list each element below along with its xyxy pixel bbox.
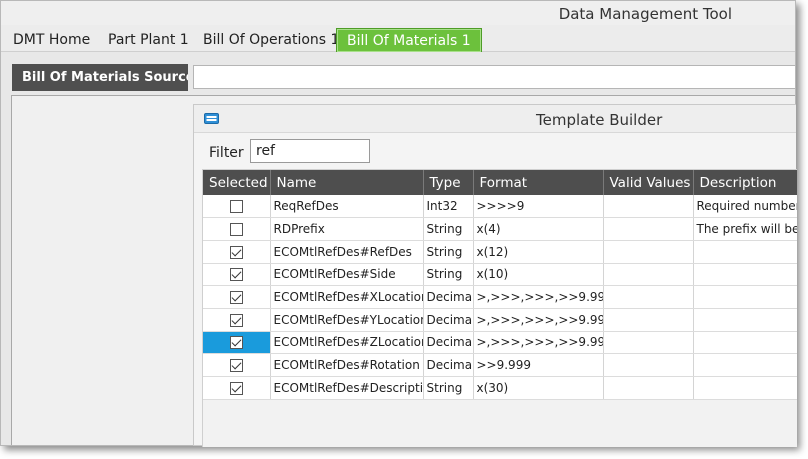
table-row[interactable]: ECOMtlRefDes#ZLocation Decimal >,>>>,>>>,>…	[203, 331, 797, 355]
tab-bill-of-materials[interactable]: Bill Of Materials 1	[336, 28, 482, 52]
fields-grid: Selected Name Type Format Valid Values Descri…	[202, 169, 797, 447]
selected-checkbox[interactable]	[229, 200, 243, 214]
format-cell[interactable]: x(30)	[473, 376, 604, 400]
template-builder-header: Template Builder	[194, 105, 796, 133]
type-cell[interactable]: Decimal	[423, 285, 474, 309]
valid-values-cell[interactable]	[603, 195, 694, 219]
name-cell[interactable]: ReqRefDes	[270, 195, 424, 219]
bom-source-field[interactable]	[193, 65, 795, 89]
description-cell[interactable]	[693, 308, 797, 332]
selected-cell[interactable]	[203, 195, 271, 219]
table-row[interactable]: ECOMtlRefDes#Rotation Decimal >>9.999	[203, 353, 797, 377]
description-cell[interactable]	[693, 353, 797, 377]
format-cell[interactable]: >>9.999	[473, 353, 604, 377]
filter-label: Filter	[209, 145, 244, 161]
valid-values-cell[interactable]	[603, 217, 694, 241]
fields-table: Selected Name Type Format Valid Values Descri…	[203, 170, 797, 400]
selected-cell[interactable]	[203, 331, 271, 355]
name-cell[interactable]: ECOMtlRefDes#YLocation	[270, 308, 424, 332]
table-row[interactable]: RDPrefixStringx(4) The prefix will be d	[203, 217, 797, 241]
format-cell[interactable]: x(12)	[473, 240, 604, 264]
table-row[interactable]: ECOMtlRefDes#XLocation Decimal >,>>>,>>>,>…	[203, 285, 797, 309]
format-cell[interactable]: >>>>9	[473, 195, 604, 219]
app-title: Data Management Tool	[558, 5, 732, 23]
selected-cell[interactable]	[203, 353, 271, 377]
table-row[interactable]: ECOMtlRefDes#RefDes String x(12)	[203, 240, 797, 264]
selected-cell[interactable]	[203, 217, 271, 241]
template-builder-panel: Template Builder Filter SelectedNameType…	[193, 104, 797, 447]
table-row[interactable]: ReqRefDes Int32 >>>>9 Required number	[203, 195, 797, 219]
table-row[interactable]: ECOMtlRefDes#Description String x(30)	[203, 376, 797, 400]
title-bar: Data Management Tool	[1, 1, 795, 25]
type-cell[interactable]: Decimal	[423, 353, 474, 377]
column-header-format[interactable]: Format	[473, 170, 604, 195]
selected-cell[interactable]	[203, 308, 271, 332]
selected-checkbox[interactable]	[229, 359, 243, 373]
tab-part-plant[interactable]: Part Plant 1	[98, 28, 199, 52]
description-cell[interactable]	[693, 331, 797, 355]
name-cell[interactable]: ECOMtlRefDes#Side	[270, 263, 424, 287]
source-row: Bill Of Materials Source...	[1, 53, 795, 95]
selected-cell[interactable]	[203, 240, 271, 264]
description-cell[interactable]	[693, 376, 797, 400]
description-cell[interactable]	[693, 240, 797, 264]
column-header-name[interactable]: Name	[270, 170, 424, 195]
selected-cell[interactable]	[203, 376, 271, 400]
selected-cell[interactable]	[203, 285, 271, 309]
name-cell[interactable]: ECOMtlRefDes#ZLocation	[270, 331, 424, 355]
type-cell[interactable]: String	[423, 376, 474, 400]
bom-source-button[interactable]: Bill Of Materials Source...	[12, 64, 188, 91]
format-cell[interactable]: >,>>>,>>>,>>9.99999	[473, 308, 604, 332]
column-header-selected[interactable]: Selected	[203, 170, 271, 195]
description-cell[interactable]: The prefix will be d	[693, 217, 797, 241]
valid-values-cell[interactable]	[603, 308, 694, 332]
selected-checkbox[interactable]	[229, 268, 243, 282]
valid-values-cell[interactable]	[603, 263, 694, 287]
format-cell[interactable]: x(10)	[473, 263, 604, 287]
selected-checkbox[interactable]	[229, 336, 243, 350]
valid-values-cell[interactable]	[603, 353, 694, 377]
type-cell[interactable]: String	[423, 217, 474, 241]
selected-checkbox[interactable]	[229, 245, 243, 259]
format-cell[interactable]: >,>>>,>>>,>>9.99999	[473, 331, 604, 355]
selected-checkbox[interactable]	[229, 291, 243, 305]
grid-header-row: Selected Name Type Format Valid Values Descri…	[203, 170, 797, 195]
column-header-type[interactable]: Type	[423, 170, 474, 195]
column-header-description[interactable]: Description	[693, 170, 797, 195]
valid-values-cell[interactable]	[603, 331, 694, 355]
name-cell[interactable]: RDPrefix	[270, 217, 424, 241]
description-cell[interactable]	[693, 285, 797, 309]
format-cell[interactable]: x(4)	[473, 217, 604, 241]
type-cell[interactable]: String	[423, 263, 474, 287]
valid-values-cell[interactable]	[603, 376, 694, 400]
name-cell[interactable]: ECOMtlRefDes#Rotation	[270, 353, 424, 377]
table-row[interactable]: ECOMtlRefDes#Side String x(10)	[203, 263, 797, 287]
selected-checkbox[interactable]	[229, 313, 243, 327]
description-cell[interactable]: Required number	[693, 195, 797, 219]
tab-dmt-home[interactable]: DMT Home	[3, 28, 100, 52]
type-cell[interactable]: Decimal	[423, 308, 474, 332]
valid-values-cell[interactable]	[603, 285, 694, 309]
filter-input[interactable]	[250, 139, 370, 163]
table-grid-icon	[204, 113, 219, 124]
type-cell[interactable]: String	[423, 240, 474, 264]
selected-checkbox[interactable]	[229, 223, 243, 237]
type-cell[interactable]: Decimal	[423, 331, 474, 355]
tab-strip: DMT Home Part Plant 1 Bill Of Operations…	[1, 25, 795, 52]
type-cell[interactable]: Int32	[423, 195, 474, 219]
column-header-valid-values[interactable]: Valid Values	[603, 170, 694, 195]
selected-cell[interactable]	[203, 263, 271, 287]
name-cell[interactable]: ECOMtlRefDes#Description	[270, 376, 424, 400]
format-cell[interactable]: >,>>>,>>>,>>9.99999	[473, 285, 604, 309]
tab-bill-of-operations[interactable]: Bill Of Operations 1	[193, 28, 349, 52]
name-cell[interactable]: ECOMtlRefDes#RefDes	[270, 240, 424, 264]
template-builder-title: Template Builder	[536, 111, 663, 129]
valid-values-cell[interactable]	[603, 240, 694, 264]
table-row[interactable]: ECOMtlRefDes#YLocation Decimal >,>>>,>>>,>…	[203, 308, 797, 332]
selected-checkbox[interactable]	[229, 381, 243, 395]
description-cell[interactable]	[693, 263, 797, 287]
name-cell[interactable]: ECOMtlRefDes#XLocation	[270, 285, 424, 309]
